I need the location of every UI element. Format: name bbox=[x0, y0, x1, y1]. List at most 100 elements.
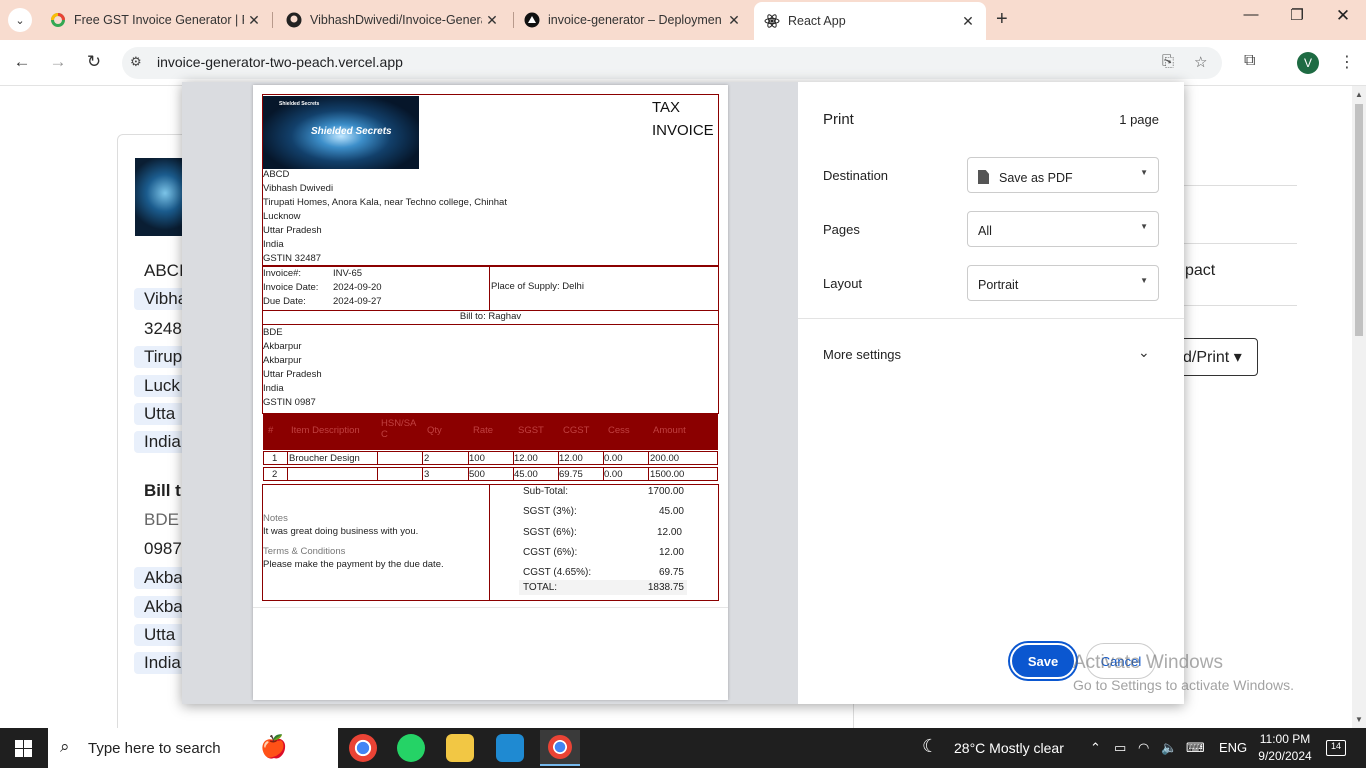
destination-select[interactable]: Save as PDF ▼ bbox=[967, 157, 1159, 193]
tab-search-chevron-icon[interactable]: ⌄ bbox=[8, 8, 32, 32]
whatsapp-app-icon[interactable] bbox=[397, 734, 425, 762]
address-bar[interactable]: ⚙ invoice-generator-two-peach.vercel.app… bbox=[122, 47, 1222, 79]
weather-icon[interactable]: ☾ bbox=[922, 736, 938, 757]
table-row: 1 Broucher Design 2 100 12.00 12.00 0.00… bbox=[263, 451, 718, 465]
tray-chevron-icon[interactable]: ⌃ bbox=[1090, 740, 1101, 756]
scrollbar-thumb[interactable] bbox=[1355, 104, 1363, 336]
cell: 2 bbox=[272, 469, 278, 480]
clock[interactable]: 11:00 PM 9/20/2024 bbox=[1254, 731, 1316, 765]
tab-close-icon[interactable]: ✕ bbox=[958, 13, 978, 30]
url-text[interactable]: invoice-generator-two-peach.vercel.app bbox=[157, 54, 403, 70]
window-close-icon[interactable]: ✕ bbox=[1320, 6, 1366, 26]
reload-icon[interactable]: ↻ bbox=[82, 52, 106, 72]
site-info-icon[interactable]: ⚙ bbox=[130, 54, 142, 70]
print-title: Print bbox=[823, 111, 854, 128]
bg-line: BDE bbox=[144, 510, 179, 529]
bill-to: Bill to: Raghav bbox=[459, 311, 522, 322]
bg-right-divider bbox=[1183, 185, 1297, 186]
windows-taskbar: ⌕ Type here to search 🍎 ☾ 28°C Mostly cl… bbox=[0, 728, 1366, 768]
scroll-up-icon[interactable]: ▲ bbox=[1355, 90, 1363, 99]
keyboard-icon[interactable]: ⌨ bbox=[1186, 740, 1205, 756]
tab-close-icon[interactable]: ✕ bbox=[724, 12, 744, 29]
cell: 1 bbox=[272, 453, 278, 464]
browser-toolbar: ← → ↻ ⚙ invoice-generator-two-peach.verc… bbox=[0, 40, 1366, 86]
notes-label: Notes bbox=[263, 513, 288, 524]
tab-close-icon[interactable]: ✕ bbox=[482, 12, 502, 29]
bg-field[interactable]: Utta bbox=[134, 403, 186, 425]
company-owner: Vibhash Dwivedi bbox=[263, 183, 334, 194]
network-icon[interactable]: ◠ bbox=[1138, 740, 1149, 756]
cell: 2 bbox=[424, 453, 430, 464]
tab-close-icon[interactable]: ✕ bbox=[244, 12, 264, 29]
destination-label: Destination bbox=[823, 168, 889, 183]
volume-icon[interactable]: 🔈 bbox=[1161, 740, 1177, 756]
cell: 45.00 bbox=[514, 469, 538, 480]
bookmark-star-icon[interactable]: ☆ bbox=[1194, 53, 1207, 71]
notification-count: 14 bbox=[1330, 741, 1341, 751]
cell: 0.00 bbox=[604, 469, 623, 480]
customer-line: Akbarpur bbox=[263, 341, 302, 352]
start-windows-icon[interactable] bbox=[15, 740, 32, 757]
col-header: HSN/SA C bbox=[381, 418, 417, 440]
tab-title: Free GST Invoice Generator | Fre bbox=[74, 13, 244, 27]
pages-label: Pages bbox=[823, 222, 860, 237]
tab-gst-generator[interactable]: Free GST Invoice Generator | Fre ✕ bbox=[40, 4, 272, 36]
customer-box bbox=[262, 324, 719, 414]
taskbar-search[interactable]: ⌕ Type here to search 🍎 bbox=[48, 728, 338, 768]
tab-github[interactable]: VibhashDwivedi/Invoice-Generat ✕ bbox=[276, 4, 510, 36]
back-icon[interactable]: ← bbox=[10, 52, 34, 72]
notification-center-icon[interactable]: 14 bbox=[1326, 740, 1346, 756]
extensions-icon[interactable]: ⧉ bbox=[1244, 52, 1255, 70]
chrome-app-icon[interactable] bbox=[349, 734, 377, 762]
language-indicator[interactable]: ENG bbox=[1219, 740, 1247, 755]
more-menu-icon[interactable]: ⋮ bbox=[1339, 52, 1355, 72]
col-header: Item Description bbox=[291, 425, 360, 436]
bg-field[interactable]: Utta bbox=[134, 624, 186, 646]
notes-text: It was great doing business with you. bbox=[263, 526, 419, 537]
profile-avatar[interactable]: V bbox=[1297, 52, 1319, 74]
minimize-icon[interactable]: — bbox=[1228, 6, 1274, 23]
company-gstin: GSTIN 32487 bbox=[263, 253, 322, 264]
file-explorer-icon[interactable] bbox=[446, 734, 474, 762]
clock-date: 9/20/2024 bbox=[1258, 749, 1312, 763]
forward-icon[interactable]: → bbox=[46, 52, 70, 72]
file-icon bbox=[978, 170, 989, 184]
preview-page: Shielded Secrets Shielded Secrets TAX IN… bbox=[253, 85, 728, 700]
pages-select[interactable]: All ▼ bbox=[967, 211, 1159, 247]
vscode-app-icon[interactable] bbox=[496, 734, 524, 762]
total-value: 1838.75 bbox=[647, 582, 684, 593]
cell: 12.00 bbox=[559, 453, 583, 464]
layout-label: Layout bbox=[823, 276, 863, 291]
weather-text[interactable]: 28°C Mostly clear bbox=[954, 740, 1064, 756]
summary-label: SGST (6%): bbox=[523, 527, 577, 538]
page-scrollbar[interactable]: ▲ ▼ bbox=[1352, 86, 1366, 728]
company-country: India bbox=[263, 239, 284, 250]
scroll-down-icon[interactable]: ▼ bbox=[1355, 715, 1363, 724]
print-settings-panel: Print 1 page Destination Save as PDF ▼ P… bbox=[798, 82, 1184, 704]
chevron-down-icon[interactable]: ⌄ bbox=[1138, 344, 1150, 361]
summary-value: 45.00 bbox=[658, 506, 684, 517]
chrome-active-app-icon[interactable] bbox=[540, 730, 580, 766]
customer-line: Akbarpur bbox=[263, 355, 302, 366]
tab-react-app[interactable]: React App ✕ bbox=[754, 2, 986, 40]
tab-title: React App bbox=[788, 14, 846, 28]
cell: 12.00 bbox=[514, 453, 538, 464]
company-name: ABCD bbox=[263, 169, 290, 180]
tab-vercel[interactable]: invoice-generator – Deploymen ✕ bbox=[514, 4, 752, 36]
summary-label: SGST (3%): bbox=[523, 506, 577, 517]
install-app-icon[interactable]: ⎘ bbox=[1162, 53, 1174, 70]
print-dialog: Shielded Secrets Shielded Secrets TAX IN… bbox=[182, 82, 1184, 704]
cell: 1500.00 bbox=[650, 469, 685, 480]
table-row: 2 3 500 45.00 69.75 0.00 1500.00 bbox=[263, 467, 718, 481]
search-highlight-icon[interactable]: 🍎 bbox=[260, 734, 287, 760]
notes-box bbox=[262, 484, 490, 601]
battery-icon[interactable]: ▭ bbox=[1114, 740, 1126, 756]
customer-country: India bbox=[263, 383, 284, 394]
dropdown-arrow-icon: ▼ bbox=[1140, 276, 1148, 285]
more-settings-toggle[interactable]: More settings bbox=[823, 347, 901, 362]
place-of-supply: Place of Supply: Delhi bbox=[491, 281, 584, 292]
save-button[interactable]: Save bbox=[1010, 643, 1076, 679]
restore-icon[interactable]: ❐ bbox=[1274, 6, 1320, 24]
layout-select[interactable]: Portrait ▼ bbox=[967, 265, 1159, 301]
new-tab-icon[interactable]: + bbox=[996, 8, 1008, 31]
